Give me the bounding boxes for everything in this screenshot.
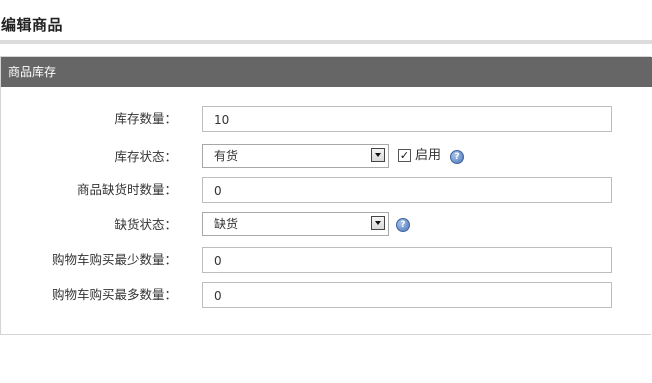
panel-header: 商品库存 bbox=[1, 57, 652, 87]
stock-status-row: 库存状态： 有货 ✓ 启用 ? bbox=[1, 144, 652, 170]
max-purchase-label: 购物车购买最多数量： bbox=[51, 287, 177, 302]
enable-checkbox[interactable]: ✓ bbox=[398, 149, 411, 162]
out-of-stock-status-select[interactable]: 缺货 bbox=[202, 212, 389, 236]
stock-status-selected-value: 有货 bbox=[214, 149, 239, 163]
help-icon[interactable]: ? bbox=[450, 150, 464, 164]
stock-quantity-input[interactable]: 10 bbox=[202, 106, 612, 132]
chevron-down-icon[interactable] bbox=[371, 148, 385, 162]
out-of-stock-status-label: 缺货状态： bbox=[114, 217, 177, 232]
out-of-stock-status-selected-value: 缺货 bbox=[214, 217, 239, 231]
min-purchase-row: 购物车购买最少数量： 0 bbox=[1, 247, 652, 273]
page-title: 编辑商品 bbox=[1, 16, 64, 34]
out-of-stock-status-row: 缺货状态： 缺货 ? bbox=[1, 212, 652, 238]
out-of-stock-quantity-label: 商品缺货时数量： bbox=[76, 182, 177, 197]
out-of-stock-quantity-input[interactable]: 0 bbox=[202, 177, 612, 203]
stock-status-select[interactable]: 有货 bbox=[202, 144, 389, 168]
help-icon[interactable]: ? bbox=[396, 218, 410, 232]
stock-panel: 商品库存 库存数量： 10 库存状态： 有货 ✓ 启用 ? 商品缺货时数量： 0… bbox=[0, 56, 652, 335]
max-purchase-input[interactable]: 0 bbox=[202, 282, 612, 308]
stock-status-label: 库存状态： bbox=[114, 149, 177, 164]
stock-quantity-label: 库存数量： bbox=[114, 111, 177, 126]
max-purchase-row: 购物车购买最多数量： 0 bbox=[1, 282, 652, 308]
chevron-down-icon[interactable] bbox=[371, 216, 385, 230]
out-of-stock-quantity-row: 商品缺货时数量： 0 bbox=[1, 177, 652, 203]
enable-checkbox-label: 启用 bbox=[415, 148, 442, 163]
stock-quantity-row: 库存数量： 10 bbox=[1, 106, 652, 132]
title-divider bbox=[0, 40, 652, 44]
min-purchase-label: 购物车购买最少数量： bbox=[51, 252, 177, 267]
min-purchase-input[interactable]: 0 bbox=[202, 247, 612, 273]
